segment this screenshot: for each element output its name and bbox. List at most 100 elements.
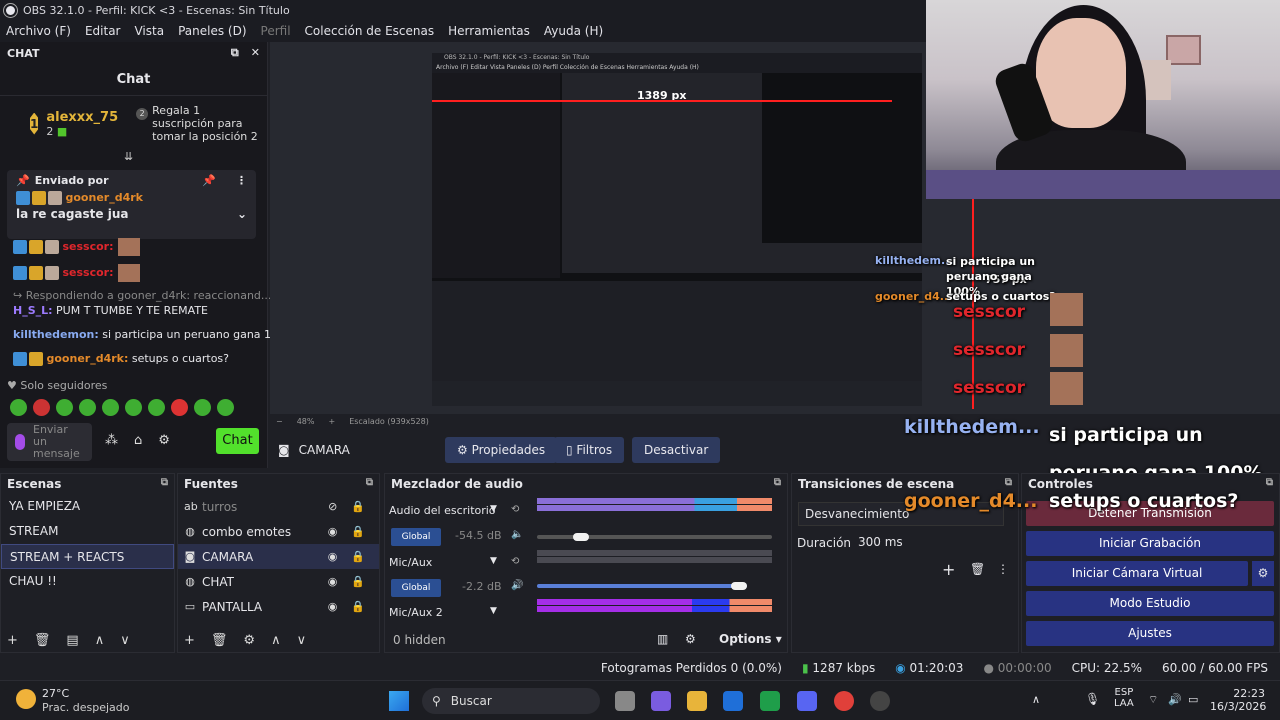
channel-settings-icon[interactable]: ⟲ <box>511 556 519 567</box>
start-virtual-cam-button[interactable]: Iniciar Cámara Virtual <box>1026 561 1248 586</box>
discord-icon[interactable] <box>797 691 817 711</box>
clock[interactable]: 22:23 16/3/2026 <box>1210 687 1266 713</box>
undock-icon[interactable]: ⧉ <box>1005 477 1012 491</box>
deactivate-button[interactable]: Desactivar <box>632 437 721 463</box>
volume-slider[interactable] <box>537 584 747 588</box>
chrome-icon[interactable] <box>834 691 854 711</box>
obs-app-icon[interactable] <box>870 691 890 711</box>
gift-prompt[interactable]: 2 Regala 1 suscripción para tomar la pos… <box>136 104 262 143</box>
eye-icon[interactable]: ◉ <box>328 550 338 563</box>
close-icon[interactable]: ✕ <box>251 46 260 60</box>
up-icon[interactable]: ∧ <box>271 633 281 648</box>
channel-settings-icon[interactable]: ⟲ <box>511 504 519 515</box>
wifi-icon[interactable]: ⌔ <box>1148 693 1158 707</box>
chat-input[interactable]: Enviar un mensaje <box>7 423 92 461</box>
lock-icon[interactable]: 🔒 <box>351 500 365 513</box>
studio-mode-button[interactable]: Modo Estudio <box>1026 591 1274 616</box>
filters-button[interactable]: ▯ Filtros <box>554 437 625 463</box>
advanced-audio-icon[interactable]: ⚙ <box>685 632 696 646</box>
webcam-source[interactable] <box>926 0 1280 199</box>
undock-icon[interactable]: ⧉ <box>161 477 168 491</box>
scroll-down-icon[interactable]: ⇊ <box>124 150 133 163</box>
source-item-selected[interactable]: ◙ CAMARA ◉ 🔒 <box>178 544 379 569</box>
temperature[interactable]: 27°C <box>42 687 69 700</box>
lock-icon[interactable]: 🔒 <box>351 575 365 588</box>
chevron-down-icon[interactable]: ▼ <box>490 504 497 514</box>
store-icon[interactable]: ⌂ <box>134 433 142 448</box>
muted-speaker-icon[interactable]: 🔈 <box>511 529 523 540</box>
undock-icon[interactable]: ⧉ <box>774 477 781 491</box>
chevron-down-icon[interactable]: ▼ <box>490 556 497 566</box>
volume-knob[interactable] <box>731 582 747 590</box>
more-icon[interactable]: ⋮ <box>997 562 1009 576</box>
chat-user[interactable]: sesscor: <box>63 240 114 253</box>
hidden-eye-icon[interactable]: ⊘ <box>328 500 337 513</box>
eye-icon[interactable]: ◉ <box>328 525 338 538</box>
gear-icon[interactable]: ⚙ <box>158 433 170 448</box>
layout-icon[interactable]: ▥ <box>657 632 668 646</box>
add-icon[interactable]: + <box>7 633 18 648</box>
chat-user[interactable]: gooner_d4rk: <box>47 352 129 365</box>
gear-icon[interactable]: ⚙ <box>1252 561 1274 586</box>
scene-item[interactable]: YA EMPIEZA <box>1 494 174 519</box>
trash-icon[interactable]: 🗑 <box>211 633 228 648</box>
undock-icon[interactable]: ⧉ <box>366 477 373 491</box>
start-recording-button[interactable]: Iniciar Grabación <box>1026 531 1274 556</box>
menu-paneles[interactable]: Paneles (D) <box>172 24 254 38</box>
copilot-icon[interactable] <box>651 691 671 711</box>
trash-icon[interactable]: 🗑 <box>34 633 51 648</box>
mic-tray-icon[interactable]: 🎙 <box>1085 692 1100 706</box>
language-indicator[interactable]: ESP LAA <box>1114 687 1134 709</box>
volume-knob[interactable] <box>573 533 589 541</box>
lock-icon[interactable]: 🔒 <box>351 525 365 538</box>
menu-vista[interactable]: Vista <box>128 24 172 38</box>
file-explorer-icon[interactable] <box>687 691 707 711</box>
global-badge[interactable]: Global <box>391 579 441 597</box>
windows-start-icon[interactable] <box>389 691 409 711</box>
excel-icon[interactable] <box>760 691 780 711</box>
chevron-down-icon[interactable]: ▼ <box>490 606 497 616</box>
menu-archivo[interactable]: Archivo (F) <box>0 24 79 38</box>
menu-perfil[interactable]: Perfil <box>255 24 299 38</box>
scene-item-selected[interactable]: STREAM + REACTS <box>1 544 174 569</box>
menu-ayuda[interactable]: Ayuda (H) <box>538 24 611 38</box>
users-icon[interactable]: ⁂ <box>105 433 118 448</box>
menu-coleccion[interactable]: Colección de Escenas <box>299 24 443 38</box>
send-chat-button[interactable]: Chat <box>216 428 259 454</box>
tray-chevron-icon[interactable]: ∧ <box>1032 693 1040 706</box>
source-item[interactable]: ◍ combo emotes ◉ 🔒 <box>178 519 379 544</box>
zoom-in-icon[interactable]: + <box>328 417 335 426</box>
chat-user[interactable]: H_S_L: <box>13 304 53 317</box>
lock-icon[interactable]: 🔒 <box>351 600 365 613</box>
down-icon[interactable]: ∨ <box>297 633 307 648</box>
float-icon[interactable]: ⧉ <box>231 46 239 60</box>
duration-field[interactable]: 300 ms <box>852 530 1008 554</box>
eye-icon[interactable]: ◉ <box>328 600 338 613</box>
menu-herramientas[interactable]: Herramientas <box>442 24 538 38</box>
chevron-down-icon[interactable]: ⌄ <box>237 207 247 221</box>
options-button[interactable]: Options ▾ <box>719 632 782 646</box>
source-item[interactable]: ◍ CHAT ◉ 🔒 <box>178 569 379 594</box>
global-badge[interactable]: Global <box>391 528 441 546</box>
source-item[interactable]: ▭ PANTALLA ◉ 🔒 <box>178 594 379 619</box>
scene-item[interactable]: CHAU !! <box>1 569 174 594</box>
lock-icon[interactable]: 🔒 <box>351 550 365 563</box>
source-item[interactable]: ab turros ⊘ 🔒 <box>178 494 379 519</box>
taskbar-search[interactable]: ⚲ Buscar <box>422 688 600 714</box>
scene-item[interactable]: STREAM <box>1 519 174 544</box>
menu-editar[interactable]: Editar <box>79 24 129 38</box>
gear-icon[interactable]: ⚙ <box>243 633 255 648</box>
more-icon[interactable]: ⋮ <box>236 174 247 187</box>
add-icon[interactable]: + <box>942 560 955 579</box>
zoom-out-icon[interactable]: − <box>276 417 283 426</box>
task-view-icon[interactable] <box>615 691 635 711</box>
settings-button[interactable]: Ajustes <box>1026 621 1274 646</box>
chat-user[interactable]: killthedemon: <box>13 328 99 341</box>
battery-icon[interactable]: ▭ <box>1188 693 1198 706</box>
volume-icon[interactable]: 🔊 <box>1168 693 1182 706</box>
weather-icon[interactable] <box>16 689 36 709</box>
properties-button[interactable]: ⚙ Propiedades <box>445 437 558 463</box>
add-icon[interactable]: + <box>184 633 195 648</box>
down-icon[interactable]: ∨ <box>120 633 130 648</box>
pinned-user[interactable]: gooner_d4rk <box>66 191 143 204</box>
